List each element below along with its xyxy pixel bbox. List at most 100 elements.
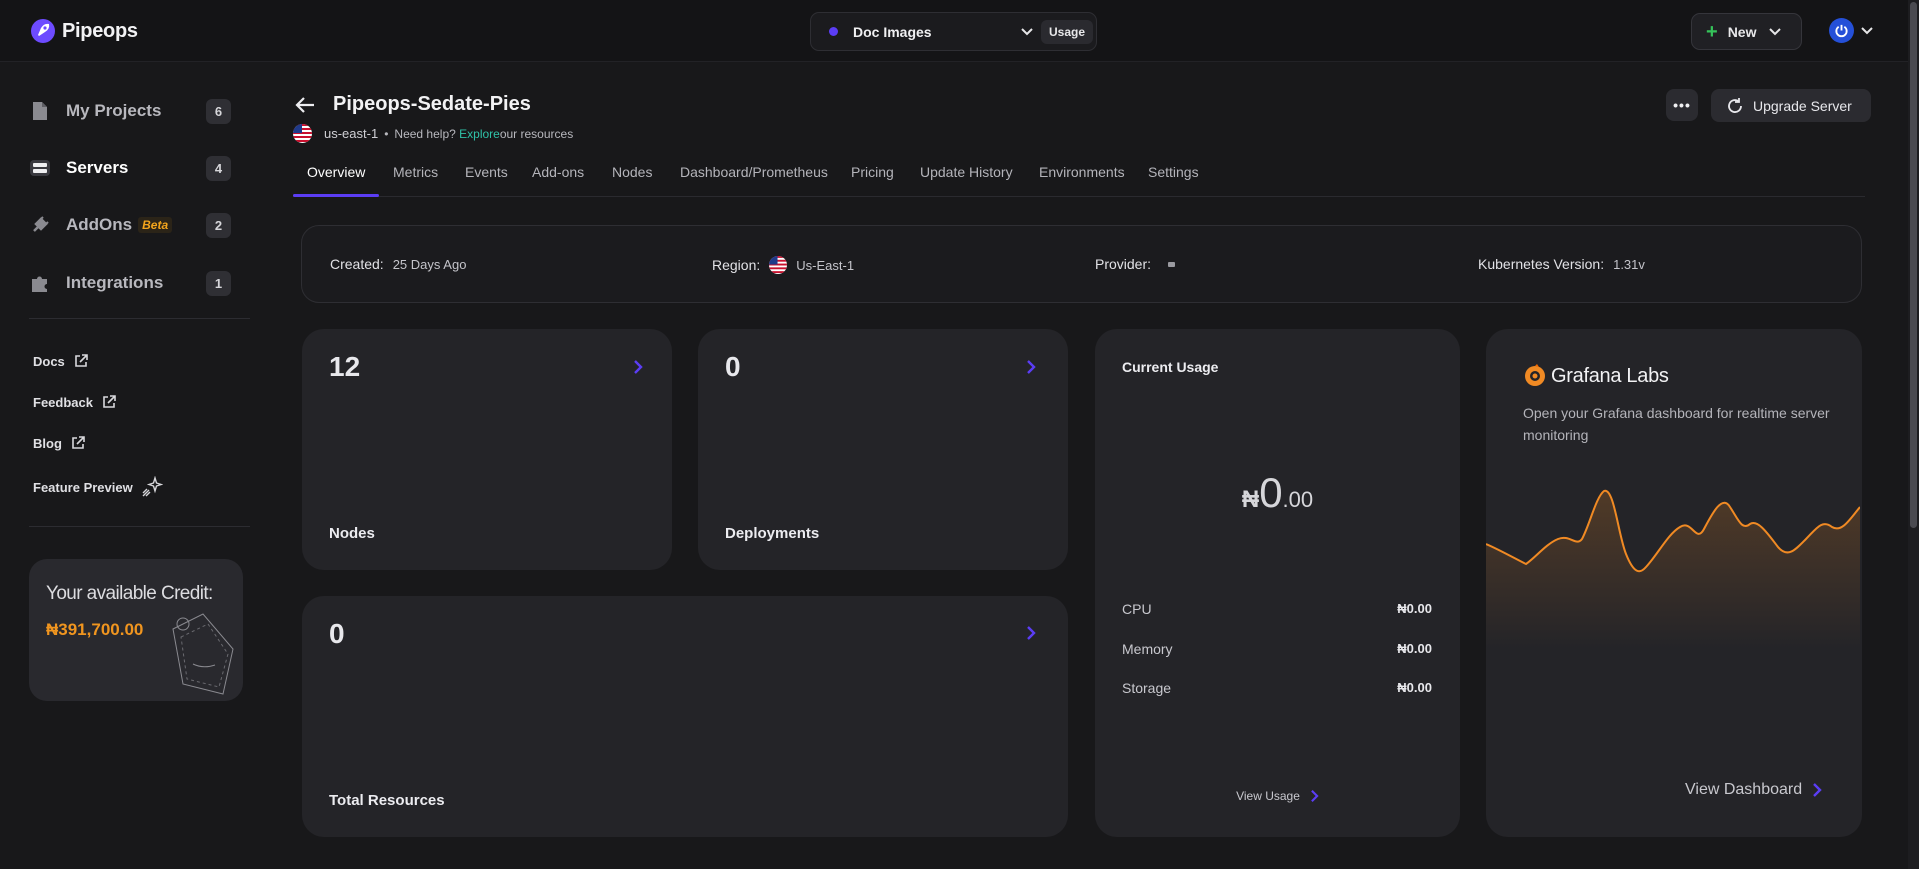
sidebar-item-integrations[interactable]: Integrations 1 <box>28 266 233 300</box>
upgrade-server-label: Upgrade Server <box>1753 97 1852 114</box>
sidebar-link-label: Feedback <box>33 394 93 410</box>
usage-row-cpu: CPU ₦0.00 <box>1122 601 1432 617</box>
upgrade-server-button[interactable]: Upgrade Server <box>1711 89 1871 122</box>
app-logo[interactable]: Pipeops <box>30 18 138 44</box>
sidebar-item-my-projects[interactable]: My Projects 6 <box>28 94 233 128</box>
created-info: Created: 25 Days Ago <box>330 256 466 272</box>
credit-amount: ₦391,700.00 <box>46 620 144 639</box>
currency-symbol: ₦ <box>1241 486 1260 513</box>
deployments-count: 0 <box>725 351 741 382</box>
total-resources-card[interactable]: 0 Total Resources <box>302 596 1068 837</box>
sidebar-link-feature-preview[interactable]: Feature Preview <box>33 476 163 498</box>
tab-pricing[interactable]: Pricing <box>851 164 894 180</box>
usage-row-storage: Storage ₦0.00 <box>1122 680 1432 696</box>
usage-row-label: CPU <box>1122 601 1152 617</box>
view-usage-link[interactable]: View Usage <box>1095 789 1460 803</box>
server-icon <box>28 156 52 180</box>
grafana-logo: Grafana Labs <box>1523 364 1669 388</box>
tab-settings[interactable]: Settings <box>1148 164 1199 180</box>
user-menu[interactable] <box>1829 18 1874 43</box>
sidebar-link-docs[interactable]: Docs <box>33 353 89 369</box>
sidebar-item-label: Servers <box>66 158 129 177</box>
deployments-card[interactable]: 0 Deployments <box>698 329 1068 570</box>
power-icon <box>1835 24 1848 38</box>
usage-row-value: ₦0.00 <box>1397 680 1432 695</box>
nodes-card[interactable]: 12 Nodes <box>302 329 672 570</box>
usage-row-memory: Memory ₦0.00 <box>1122 641 1432 657</box>
project-name: Doc Images <box>853 23 932 40</box>
sidebar-item-label: My Projects <box>66 101 162 120</box>
more-options-button[interactable]: ••• <box>1666 89 1698 121</box>
separator-dot: • <box>384 126 389 141</box>
usage-row-value: ₦0.00 <box>1397 601 1432 616</box>
project-switcher[interactable]: Doc Images Usage <box>810 12 1097 51</box>
top-bar: Pipeops Doc Images Usage + New <box>0 0 1908 62</box>
rocket-logo-icon <box>31 19 55 43</box>
explore-link[interactable]: Explore <box>459 127 500 141</box>
sidebar-link-feedback[interactable]: Feedback <box>33 394 117 410</box>
created-value: 25 Days Ago <box>392 256 467 272</box>
view-dashboard-label: View Dashboard <box>1685 781 1803 798</box>
plus-icon: + <box>1706 20 1718 43</box>
tab-dashboard-prometheus[interactable]: Dashboard/Prometheus <box>680 164 828 180</box>
sidebar-divider <box>29 318 250 319</box>
usage-row-value: ₦0.00 <box>1397 641 1432 656</box>
tab-environments[interactable]: Environments <box>1039 164 1125 180</box>
puzzle-icon <box>28 271 52 295</box>
sidebar-item-servers[interactable]: Servers 4 <box>28 151 233 185</box>
tab-add-ons[interactable]: Add-ons <box>532 164 584 180</box>
grafana-description: Open your Grafana dashboard for realtime… <box>1523 405 1830 443</box>
usage-total-decimal: .00 <box>1282 487 1314 512</box>
nodes-count: 12 <box>329 351 361 382</box>
sidebar-item-addons[interactable]: AddOns Beta 2 <box>28 208 233 242</box>
credit-card: Your available Credit: ₦391,700.00 <box>29 559 243 701</box>
chevron-right-icon[interactable] <box>1026 359 1036 375</box>
chevron-right-icon <box>1311 790 1319 802</box>
nodes-label: Nodes <box>329 525 375 542</box>
tab-overview[interactable]: Overview <box>307 164 365 180</box>
current-usage-card: Current Usage ₦0.00 CPU ₦0.00 Memory ₦0.… <box>1095 329 1460 837</box>
new-button[interactable]: + New <box>1691 13 1802 50</box>
us-flag-icon <box>293 124 312 143</box>
count-badge: 1 <box>206 270 231 296</box>
scrollbar-thumb[interactable] <box>1910 2 1917 528</box>
back-arrow-icon[interactable] <box>294 95 316 115</box>
count-badge: 6 <box>206 98 231 124</box>
tab-events[interactable]: Events <box>465 164 508 180</box>
sidebar-link-label: Feature Preview <box>33 479 133 495</box>
external-link-icon <box>74 354 88 367</box>
usage-button[interactable]: Usage <box>1041 20 1094 44</box>
sparkle-icon <box>142 476 163 497</box>
usage-title: Current Usage <box>1122 359 1219 375</box>
usage-row-label: Storage <box>1122 680 1172 696</box>
view-dashboard-link[interactable]: View Dashboard <box>1685 781 1822 799</box>
chevron-down-icon[interactable] <box>1020 26 1034 38</box>
chevron-right-icon[interactable] <box>633 359 643 375</box>
sidebar-link-blog[interactable]: Blog <box>33 435 86 451</box>
external-link-icon <box>103 395 116 408</box>
server-info-panel: Created: 25 Days Ago Region: Us-East-1 P… <box>301 225 1862 303</box>
chevron-down-icon <box>1861 26 1873 34</box>
card-illustration-icon <box>172 613 234 695</box>
resources-label: Total Resources <box>329 792 445 809</box>
tab-update-history[interactable]: Update History <box>920 164 1013 180</box>
grafana-icon <box>1525 364 1545 386</box>
help-suffix: our resources <box>499 126 574 141</box>
beta-badge: Beta <box>138 217 173 233</box>
tab-metrics[interactable]: Metrics <box>393 164 438 180</box>
chevron-right-icon[interactable] <box>1026 625 1036 641</box>
avatar[interactable] <box>1829 18 1854 43</box>
page-scrollbar[interactable] <box>1908 0 1919 869</box>
new-button-label: New <box>1727 23 1757 40</box>
kubernetes-label: Kubernetes Version: <box>1478 256 1605 272</box>
server-meta: us-east-1 • Need help? Explore our resour… <box>293 124 573 143</box>
external-link-icon <box>72 436 85 449</box>
created-label: Created: <box>330 256 384 272</box>
view-usage-label: View Usage <box>1236 789 1300 803</box>
tab-nodes[interactable]: Nodes <box>612 164 652 180</box>
usage-total-integer: 0 <box>1259 469 1283 516</box>
count-badge: 2 <box>206 212 231 238</box>
usage-total: ₦0.00 <box>1095 469 1460 517</box>
chevron-right-icon <box>1813 783 1822 797</box>
sidebar-item-label: AddOns <box>66 215 133 234</box>
